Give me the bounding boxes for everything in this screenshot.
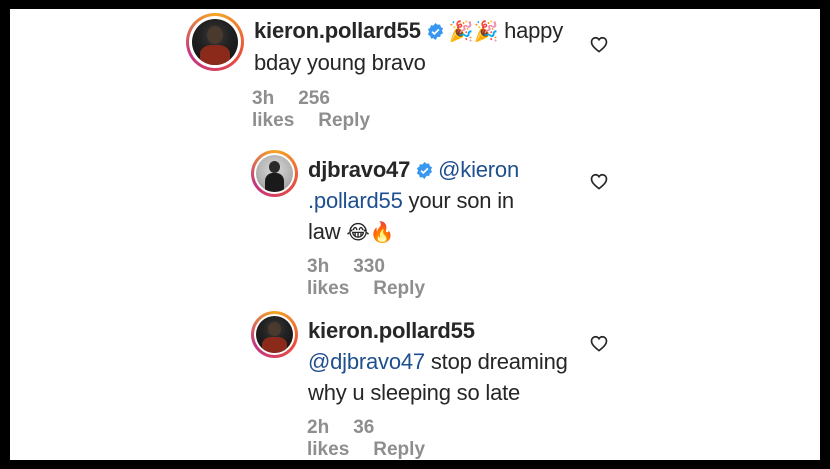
comment-username[interactable]: kieron.pollard55	[254, 18, 421, 43]
verified-badge-icon	[417, 162, 433, 179]
mention-link-cont[interactable]: .pollard55	[308, 188, 403, 213]
comment-text: happy	[504, 18, 564, 43]
reply-button[interactable]: Reply	[373, 278, 425, 299]
mention-link[interactable]: @djbravo47	[308, 349, 425, 374]
comment-time: 3h	[307, 256, 330, 277]
comment-time: 3h	[252, 88, 275, 109]
avatar[interactable]	[186, 13, 244, 71]
reply-button[interactable]: Reply	[318, 110, 370, 131]
avatar[interactable]	[251, 150, 298, 197]
reply-button[interactable]: Reply	[373, 439, 425, 460]
comment-text-line3: why u sleeping so late	[308, 380, 521, 405]
comment-text: your son in	[402, 188, 515, 213]
heart-outline-icon[interactable]	[590, 335, 608, 352]
heart-outline-icon[interactable]	[590, 173, 608, 190]
comment-text-line2: bday young bravo	[254, 50, 426, 75]
comment-username[interactable]: kieron.pollard55	[308, 318, 475, 343]
comments-screenshot: kieron.pollard55 🎉🎉 happy bday young brav…	[10, 9, 820, 460]
comment-time: 2h	[307, 417, 330, 438]
comment-text: stop dreaming	[424, 349, 568, 374]
mention-link[interactable]: @kieron	[438, 157, 519, 182]
party-popper-emoji: 🎉🎉	[448, 19, 499, 43]
avatar[interactable]	[251, 311, 298, 358]
comment-username[interactable]: djbravo47	[308, 157, 410, 182]
heart-outline-icon[interactable]	[590, 36, 608, 53]
comment-text-line3: law	[308, 219, 347, 244]
laugh-fire-emoji: 😂🔥	[346, 220, 395, 244]
verified-badge-icon	[427, 23, 443, 40]
